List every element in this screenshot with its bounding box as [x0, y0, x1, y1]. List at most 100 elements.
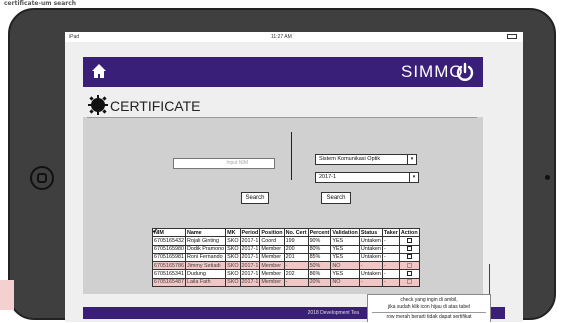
cell-percent: 20% — [307, 277, 332, 288]
cell-status: Untaken — [358, 269, 383, 279]
power-icon[interactable] — [455, 62, 475, 86]
cell-no-cert: - — [283, 277, 309, 288]
cell-name: Roni Fernando — [184, 252, 227, 263]
checkbox — [406, 279, 412, 285]
column-header: Period — [239, 227, 261, 238]
column-header: Status — [358, 227, 383, 238]
cell-taker: - — [381, 269, 400, 279]
cell-nim: 6705165432 — [152, 236, 186, 246]
home-icon[interactable] — [91, 63, 107, 83]
cell-mk: SKO — [225, 252, 241, 263]
screenshot-caption: certificate-um search — [4, 0, 77, 7]
cell-position: Member — [259, 244, 285, 254]
cell-taker: - — [381, 236, 400, 246]
table-row-invalid: 6705165786 Jimmy Setiadi SKO 2017-1 Member - 5… — [152, 261, 420, 271]
column-header: Validation — [330, 227, 360, 238]
divider — [87, 117, 477, 118]
cell-taker: - — [381, 261, 400, 271]
cell-mk: SKO — [225, 236, 241, 246]
cell-mk: SKO — [225, 244, 241, 254]
cell-status: - — [358, 261, 383, 271]
checked-checkbox-icon[interactable] — [151, 228, 412, 243]
front-camera — [545, 175, 550, 180]
cell-position: Member — [259, 277, 285, 288]
cell-status: Untaken — [358, 244, 383, 254]
column-header: NIM — [152, 227, 186, 238]
search-nim-button[interactable]: Search — [241, 192, 269, 204]
cell-no-cert: 199 — [283, 236, 309, 246]
footer-tail — [491, 307, 505, 319]
search-divider — [291, 132, 292, 180]
page-title: CERTIFICATE — [110, 98, 201, 114]
cell-percent: 50% — [307, 261, 332, 271]
cell-validation: NO — [330, 277, 360, 288]
cell-nim: 6705165341 — [152, 269, 186, 279]
period-select[interactable]: 2017-1 ▾ — [315, 172, 419, 183]
search-program-button[interactable]: Search — [321, 192, 351, 204]
hardware-home-button[interactable] — [30, 166, 54, 190]
cell-mk: SKO — [225, 261, 241, 271]
callout-line-3: row merah berarti tidak dapat sertifikat — [386, 314, 472, 320]
column-header: MK — [225, 227, 241, 238]
cell-validation: YES — [330, 236, 360, 246]
cell-percent: 85% — [307, 252, 332, 263]
battery-icon — [507, 34, 517, 39]
cell-mk: SKO — [225, 277, 241, 288]
cell-nim: 6705165786 — [152, 261, 186, 271]
cell-action — [151, 228, 420, 246]
tablet-frame: iPad 11:27 AM SIMMO CERTIFICATE Input NI… — [8, 8, 556, 322]
cell-action — [398, 261, 420, 271]
certificate-table: NIM Name MK Period Position No. Cert Percent Va… — [151, 227, 420, 288]
cell-nim: 6705165980 — [152, 244, 186, 254]
cell-position: Member — [259, 252, 285, 263]
cell-name: Dudung — [184, 269, 227, 279]
cell-period: 2017-1 — [239, 236, 261, 246]
column-header: Name — [184, 227, 227, 238]
program-select-value: Sistem Komunikasi Optik — [319, 156, 381, 162]
checkbox[interactable] — [406, 254, 412, 260]
cell-validation: YES — [330, 244, 360, 254]
cell-action — [398, 252, 420, 263]
table-row: 6705165341 Dudung SKO 2017-1 Member 202 86% YES… — [152, 269, 420, 279]
app-screen: iPad 11:27 AM SIMMO CERTIFICATE Input NI… — [65, 32, 523, 322]
cell-taker: - — [381, 252, 400, 263]
cell-action — [398, 277, 420, 288]
cell-status: Untaken — [358, 252, 383, 263]
callout-pointer — [489, 264, 490, 296]
cell-name: Rojali Ginting — [184, 236, 227, 246]
period-select-value: 2017-1 — [319, 174, 337, 180]
callout-line-2: jika sudah klik icon hijau di atas tabel — [388, 303, 470, 310]
cell-validation: YES — [330, 252, 360, 263]
cell-validation: NO — [330, 261, 360, 271]
carrier-label: iPad — [69, 34, 80, 40]
cell-taker: - — [381, 277, 400, 288]
cell-position: Member — [259, 261, 285, 271]
cell-period: 2017-1 — [239, 261, 261, 271]
chevron-down-icon: ▾ — [409, 173, 418, 182]
cell-action — [398, 269, 420, 279]
cell-name: Dodik Pramono — [184, 244, 227, 254]
table-row: 6705165432 Rojali Ginting SKO 2017-1 Coord 19… — [151, 228, 420, 246]
chevron-down-icon: ▾ — [407, 155, 416, 164]
cell-name: Jimmy Setiadi — [184, 261, 227, 271]
cell-action — [151, 228, 420, 254]
table-row: 6705165980 Dodik Pramono SKO 2017-1 Member 20… — [151, 228, 420, 254]
cell-period: 2017-1 — [239, 252, 261, 263]
status-bar: iPad 11:27 AM — [65, 32, 523, 42]
help-callout: check yang ingin di ambil, jika sudah kl… — [367, 294, 491, 322]
watermark-strip — [0, 280, 14, 310]
cell-mk: SKO — [225, 269, 241, 279]
checked-checkbox-icon[interactable] — [151, 228, 412, 252]
program-select[interactable]: Sistem Komunikasi Optik ▾ — [315, 154, 417, 165]
cell-period: 2017-1 — [239, 244, 261, 254]
checkbox[interactable] — [406, 271, 412, 277]
cell-no-cert: 201 — [283, 252, 309, 263]
column-header: No. Cert — [283, 227, 309, 238]
nim-search-input[interactable]: Input NIM — [173, 158, 275, 169]
cell-name: Laila Fath — [184, 277, 227, 288]
cell-nim: 6705165487 — [152, 277, 186, 288]
cell-taker: - — [381, 244, 400, 254]
cell-nim: 6705165981 — [152, 252, 186, 263]
cell-percent: 80% — [307, 244, 332, 254]
cell-percent: 90% — [307, 236, 332, 246]
